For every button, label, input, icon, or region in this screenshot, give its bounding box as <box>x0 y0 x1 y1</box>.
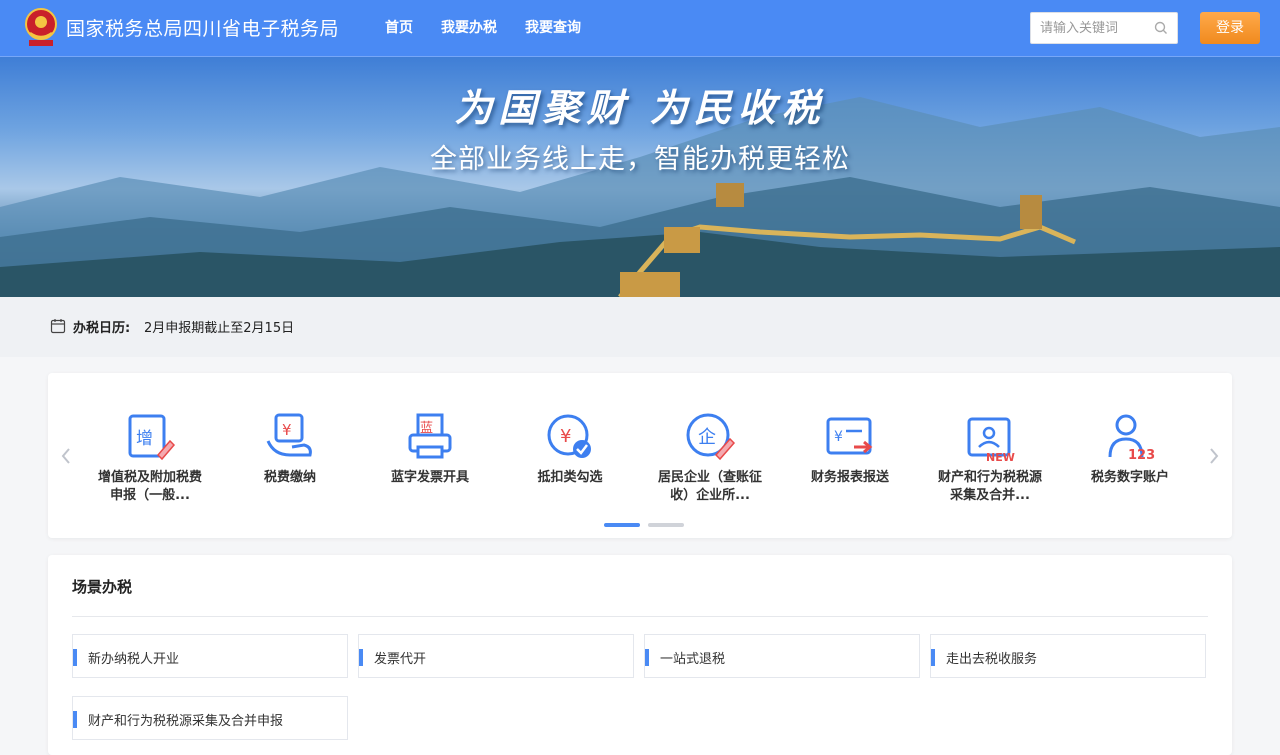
scenario-item[interactable]: 新办纳税人开业 <box>72 634 348 678</box>
service-item-tax-payment[interactable]: ¥ 税费缴纳 <box>230 411 350 487</box>
site-title[interactable]: 国家税务总局四川省电子税务局 <box>66 14 339 41</box>
service-label: 蓝字发票开具 <box>390 470 469 485</box>
scenario-item[interactable]: 财产和行为税税源采集及合并申报 <box>72 696 348 740</box>
scenario-item-label: 一站式退税 <box>660 652 726 667</box>
banner-slogan-main: 为国聚财 为民收税 <box>454 85 826 130</box>
carousel-dot-active[interactable] <box>604 523 640 527</box>
scenario-item[interactable]: 发票代开 <box>358 634 634 678</box>
quick-services-card: 增 增值税及附加税费申报（一般... ¥ 税费缴纳 蓝 蓝字发票开具 ¥ 抵扣类… <box>48 373 1232 538</box>
service-item-enterprise-income[interactable]: 企 居民企业（查账征收）企业所... <box>650 411 770 505</box>
search-icon[interactable] <box>1153 20 1169 36</box>
svg-text:¥: ¥ <box>282 421 292 439</box>
carousel-dot[interactable] <box>648 523 684 527</box>
service-item-vat[interactable]: 增 增值税及附加税费申报（一般... <box>90 411 210 505</box>
tax-emblem-logo[interactable] <box>24 7 58 47</box>
chevron-right-icon[interactable] <box>1206 445 1222 467</box>
tax-calendar-bar: 办税日历: 2月申报期截止至2月15日 <box>0 297 1280 357</box>
calendar-label: 办税日历: <box>73 321 131 336</box>
service-label: 财产和行为税税源采集及合并... <box>937 470 1042 503</box>
nav-home[interactable]: 首页 <box>371 0 427 56</box>
service-label: 居民企业（查账征收）企业所... <box>657 470 762 503</box>
digital-account-icon: 123 <box>1108 414 1155 463</box>
scenario-section-title: 场景办税 <box>72 578 133 596</box>
search-input[interactable] <box>1031 13 1160 43</box>
svg-text:增: 增 <box>136 429 153 449</box>
search-box <box>1030 12 1178 44</box>
vat-icon: 增 <box>128 414 176 461</box>
top-header: 国家税务总局四川省电子税务局 首页 我要办税 我要查询 登录 <box>0 0 1280 57</box>
scenario-item-label: 走出去税收服务 <box>946 652 1038 667</box>
nav-handle-tax[interactable]: 我要办税 <box>427 0 511 56</box>
property-tax-new-icon: NEW <box>967 417 1015 463</box>
calendar-text[interactable]: 2月申报期截止至2月15日 <box>144 317 294 336</box>
calendar-icon <box>50 319 66 334</box>
hero-banner: 为国聚财 为民收税 全部业务线上走，智能办税更轻松 <box>0 57 1280 297</box>
login-button[interactable]: 登录 <box>1200 12 1260 44</box>
service-label: 税费缴纳 <box>263 470 316 485</box>
tax-payment-icon: ¥ <box>266 413 312 457</box>
service-label: 抵扣类勾选 <box>537 470 603 485</box>
service-item-property-tax[interactable]: NEW 财产和行为税税源采集及合并... <box>930 411 1050 505</box>
svg-text:123: 123 <box>1128 448 1155 463</box>
scenario-item[interactable]: 一站式退税 <box>644 634 920 678</box>
service-item-blue-invoice[interactable]: 蓝 蓝字发票开具 <box>370 411 490 487</box>
divider <box>72 616 1208 617</box>
scenario-item[interactable]: 走出去税收服务 <box>930 634 1206 678</box>
nav-query[interactable]: 我要查询 <box>511 0 595 56</box>
scenario-item-label: 发票代开 <box>374 652 427 667</box>
accent-bar <box>73 649 77 666</box>
invoice-printer-icon: 蓝 <box>408 413 452 459</box>
chevron-left-icon[interactable] <box>58 445 74 467</box>
enterprise-icon: 企 <box>686 413 736 461</box>
deduction-check-icon: ¥ <box>547 414 591 458</box>
scenario-item-label: 新办纳税人开业 <box>88 652 180 667</box>
service-item-financial-report[interactable]: ¥ 财务报表报送 <box>790 411 910 487</box>
service-label: 税务数字账户 <box>1090 470 1169 485</box>
service-item-digital-account[interactable]: 123 税务数字账户 <box>1070 411 1190 487</box>
banner-slogan-sub: 全部业务线上走，智能办税更轻松 <box>430 144 850 175</box>
service-item-deduction-check[interactable]: ¥ 抵扣类勾选 <box>510 411 630 487</box>
accent-bar <box>931 649 935 666</box>
svg-text:¥: ¥ <box>560 426 571 447</box>
svg-text:¥: ¥ <box>834 429 843 445</box>
service-label: 增值税及附加税费申报（一般... <box>97 470 202 503</box>
accent-bar <box>359 649 363 666</box>
svg-text:NEW: NEW <box>986 451 1015 463</box>
scenario-tax-card: 场景办税 新办纳税人开业 发票代开 一站式退税 走出去税收服务 财产和行为税税源… <box>48 555 1232 755</box>
service-label: 财务报表报送 <box>810 470 889 485</box>
main-nav: 首页 我要办税 我要查询 <box>371 0 595 56</box>
svg-text:企: 企 <box>698 427 716 448</box>
accent-bar <box>645 649 649 666</box>
financial-report-icon: ¥ <box>826 417 873 455</box>
